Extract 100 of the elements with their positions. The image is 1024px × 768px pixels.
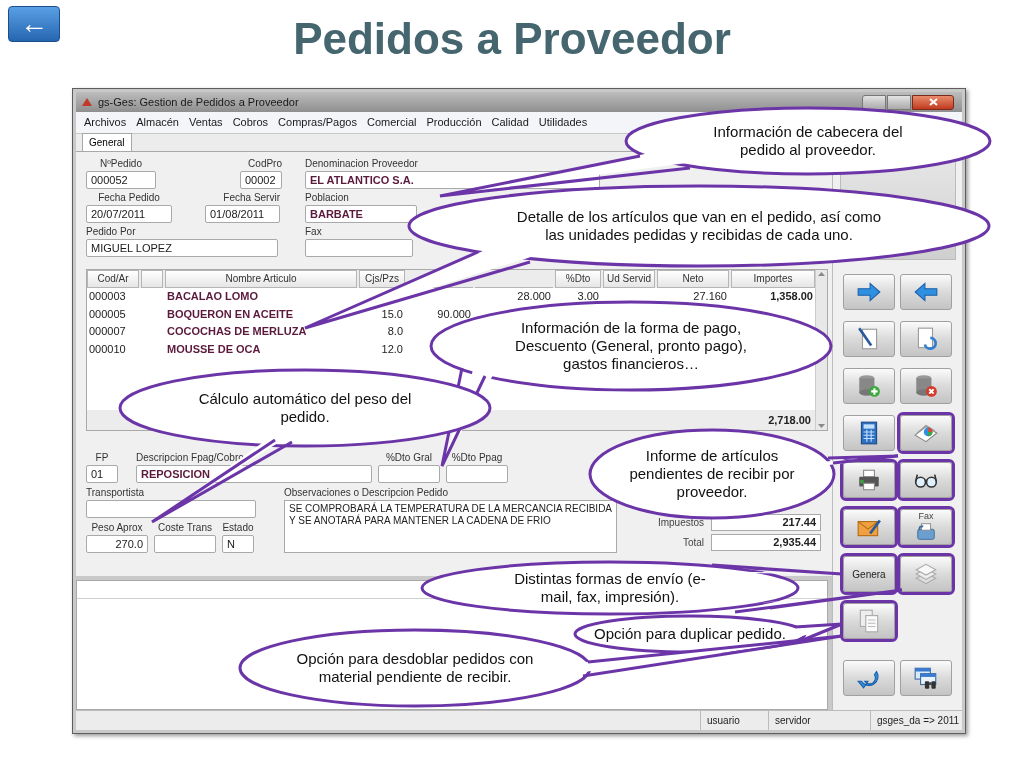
status-text: gsges_da => 2011 <box>870 711 962 730</box>
generate-button[interactable]: Genera <box>843 556 895 592</box>
table-cell-text: COCOCHAS DE MERLUZA <box>166 324 308 339</box>
input-field[interactable]: 20/07/2011 <box>86 205 172 223</box>
field-label: Poblacion <box>305 191 350 205</box>
minimize-button[interactable] <box>862 94 886 110</box>
arrow-right-button[interactable] <box>843 274 895 310</box>
scroll-up-icon[interactable] <box>818 272 825 276</box>
status-text: usuario <box>700 711 768 730</box>
document-undo-button[interactable] <box>900 321 952 357</box>
input-field[interactable]: 01 <box>86 465 118 483</box>
callout-text: Información de la forma de pago, Descuento (General, pronto pago), gastos financieros… <box>514 319 748 373</box>
callout-text: Información de cabecera del pedido al proveedor. <box>712 123 904 159</box>
table-cell-text: 90.000 <box>436 306 472 322</box>
menu-item[interactable]: Cobros <box>232 114 269 131</box>
input-field[interactable] <box>378 465 440 483</box>
menu-item[interactable]: Archivos <box>84 114 127 131</box>
printer-button[interactable] <box>843 462 895 498</box>
callout-text: Distintas formas de envío (e-mail, fax, impresión). <box>513 570 707 606</box>
paper-stack-button[interactable] <box>900 556 952 592</box>
input-field[interactable]: MIGUEL LOPEZ <box>86 239 278 257</box>
callout-text: Cálculo automático del peso del pedido. <box>197 390 413 426</box>
menu-item[interactable]: Ventas <box>189 114 223 131</box>
menu-item[interactable]: Utilidades <box>538 114 588 131</box>
input-field[interactable] <box>86 500 256 518</box>
menu-item[interactable]: Almacén <box>136 114 179 131</box>
field-label: NºPedido <box>99 157 143 171</box>
arrow-right-icon <box>856 279 882 305</box>
table-cell-text: 8.0 <box>386 324 404 339</box>
column-header[interactable]: %Dto <box>555 270 601 288</box>
field-label: FP <box>94 451 110 465</box>
app-icon <box>82 98 92 106</box>
input-field[interactable]: 270.0 <box>86 535 148 553</box>
field-label: Coste Trans <box>157 521 213 535</box>
field-label: Descripcion Fpag/Cobro <box>136 451 245 465</box>
field-label: Transportista <box>86 486 145 500</box>
undo-arrow-button[interactable] <box>843 660 895 696</box>
field-label: Fax <box>305 225 323 239</box>
field-label: Fecha Servir <box>222 191 280 205</box>
windows-binoculars-button[interactable] <box>900 660 952 696</box>
input-field[interactable]: 00002 <box>240 171 282 189</box>
table-cell-text: MOUSSE DE OCA <box>166 341 262 357</box>
database-add-button[interactable] <box>843 368 895 404</box>
table-cell-text: 15.0 <box>380 306 404 322</box>
close-icon <box>928 98 938 106</box>
column-header[interactable]: Cod/Ar <box>87 270 139 288</box>
status-text: servidor <box>768 711 870 730</box>
pen-document-button[interactable] <box>843 321 895 357</box>
table-cell-text: 27.160 <box>692 289 728 304</box>
input-field[interactable]: N <box>222 535 254 553</box>
paper-stack-icon <box>913 561 939 587</box>
maximize-button[interactable] <box>887 94 911 110</box>
input-field[interactable]: BARBATE <box>305 205 417 223</box>
input-field[interactable]: 01/08/2011 <box>205 205 280 223</box>
table-cell-text: 3.00 <box>576 289 600 304</box>
fax-icon <box>915 521 937 543</box>
calculator-button[interactable] <box>843 415 895 451</box>
callout-text: Detalle de los artículos que van en el pedido, así como las unidades pedidas y recibidas de cada uno. <box>515 208 883 244</box>
arrow-left-icon <box>913 279 939 305</box>
close-button[interactable] <box>912 94 954 110</box>
column-header[interactable]: Ud Servid <box>603 270 655 288</box>
input-field[interactable]: REPOSICION <box>136 465 372 483</box>
field-label: Estado <box>222 521 254 535</box>
notes-field[interactable]: SE COMPROBARÁ LA TEMPERATURA DE LA MERCANCIA RECIBIDA Y SE ANOTARÁ PARA MANTENER LA CADENA DE FRIO <box>284 500 618 553</box>
windows-binoculars-icon <box>913 665 939 691</box>
field-label: Observaciones o Descripcion Pedido <box>284 486 449 500</box>
input-field[interactable] <box>305 239 413 257</box>
column-header[interactable]: Nombre Articulo <box>165 270 357 288</box>
input-field[interactable] <box>446 465 508 483</box>
field-label: Fecha Pedido <box>97 191 161 205</box>
arrow-left-button[interactable] <box>900 274 952 310</box>
menu-item[interactable]: Comercial <box>366 114 417 131</box>
menu-item[interactable]: Calidad <box>491 114 529 131</box>
envelope-pencil-button[interactable] <box>843 509 895 545</box>
field-label: CodPro <box>247 157 282 171</box>
database-remove-button[interactable] <box>900 368 952 404</box>
field-label: %Dto Ppag <box>450 451 504 465</box>
table-cell-text: BACALAO LOMO <box>166 289 260 304</box>
menu-item[interactable]: Producción <box>426 114 482 131</box>
fax-button[interactable]: Fax <box>900 509 952 545</box>
table-cell-text: 000005 <box>88 306 127 322</box>
database-remove-icon <box>913 373 939 399</box>
back-button[interactable]: ← <box>8 6 60 42</box>
column-header[interactable]: Cjs/Pzs <box>359 270 405 288</box>
table-cell-text: 000010 <box>88 341 127 357</box>
input-field[interactable]: 000052 <box>86 171 156 189</box>
table-cell-text: 000007 <box>88 324 127 339</box>
field-label: Peso Aprox <box>90 521 144 535</box>
report-button[interactable] <box>900 415 952 451</box>
output-field: 2,935.44 <box>711 534 822 551</box>
input-field[interactable] <box>154 535 216 553</box>
field-label: %Dto Gral <box>384 451 434 465</box>
table-cell-text: 28.000 <box>516 289 552 304</box>
tab[interactable]: General <box>82 133 132 151</box>
glasses-button[interactable] <box>900 462 952 498</box>
table-cell-text: 12.0 <box>380 341 404 357</box>
column-header[interactable]: Neto <box>657 270 729 288</box>
menu-item[interactable]: Compras/Pagos <box>278 114 357 131</box>
copy-document-button[interactable] <box>843 603 895 639</box>
column-header[interactable]: Importes <box>731 270 815 288</box>
